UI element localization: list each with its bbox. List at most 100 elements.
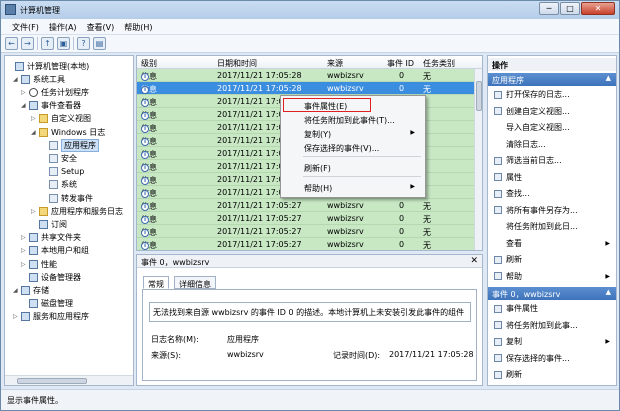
menu-help[interactable]: 帮助(H)	[119, 19, 157, 34]
collapse-icon[interactable]: ▲	[606, 74, 611, 82]
expander-icon[interactable]: ◢	[21, 102, 29, 109]
action-item[interactable]: 将所有事件另存为...	[488, 204, 616, 217]
column-level[interactable]: 级别	[141, 58, 157, 69]
action-item[interactable]: 帮助 ▶	[488, 270, 616, 283]
show-hide-tree-button[interactable]: ▣	[57, 37, 70, 50]
menu-file[interactable]: 文件(F)	[7, 19, 44, 34]
tree-item-label: 系统	[61, 180, 77, 190]
tree-item[interactable]: ◢ 系统工具	[13, 73, 65, 85]
event-list-header: 级别 日期和时间 来源 事件 ID 任务类别	[137, 56, 482, 69]
context-menu-item[interactable]: 帮助(H) ▶	[283, 180, 423, 194]
close-icon[interactable]: ✕	[470, 256, 478, 266]
menu-view[interactable]: 查看(V)	[82, 19, 120, 34]
tree-item[interactable]: ▷ 共享文件夹	[21, 232, 81, 244]
event-row[interactable]: i 信息 2017/11/21 17:05:27 wwbizsrv 0 无	[137, 225, 474, 238]
event-list-vertical-scrollbar[interactable]	[474, 69, 482, 250]
event-description[interactable]: 无法找到来自源 wwbizsrv 的事件 ID 0 的描述。本地计算机上未安装引…	[149, 302, 471, 322]
up-button[interactable]: ↑	[41, 37, 54, 50]
tree-item[interactable]: ▷ 自定义视图	[31, 113, 91, 125]
tree-item[interactable]: ▷ 应用程序和服务日志	[31, 205, 123, 217]
action-item-label: 复制	[506, 337, 522, 346]
action-item[interactable]: 打开保存的日志...	[488, 88, 616, 101]
navigation-tree[interactable]: 计算机管理(本地) ◢ 系统工具 ▷ 任务计划程序 ◢ 事件查看器 ▷ 自定义视图 ◢ Window…	[4, 55, 134, 386]
action-item[interactable]: 复制 ▶	[488, 335, 616, 348]
column-source[interactable]: 来源	[327, 58, 343, 69]
event-cell: 0	[399, 227, 404, 236]
event-row[interactable]: i 信息 2017/11/21 17:05:28 wwbizsrv 0 无	[137, 82, 474, 95]
collapse-icon[interactable]: ▲	[606, 288, 611, 296]
column-event-id[interactable]: 事件 ID	[387, 58, 414, 69]
event-row[interactable]: i 信息 2017/11/21 17:05:27 wwbizsrv 0 无	[137, 212, 474, 225]
event-cell: 2017/11/21 17:05:28	[217, 71, 302, 80]
close-button[interactable]: ✕	[581, 2, 615, 15]
column-date-time[interactable]: 日期和时间	[217, 58, 257, 69]
action-item[interactable]: 刷新	[488, 253, 616, 266]
action-item[interactable]: 事件属性	[488, 302, 616, 315]
tree-item[interactable]: ◢ Windows 日志	[31, 126, 105, 138]
menu-action[interactable]: 操作(A)	[44, 19, 82, 34]
tree-item[interactable]: ▷ 任务计划程序	[21, 86, 89, 98]
tree-item[interactable]: 订阅	[31, 218, 67, 230]
refresh-icon	[494, 255, 502, 264]
action-item[interactable]: 导入自定义视图...	[488, 121, 616, 134]
action-item[interactable]: 创建自定义视图...	[488, 105, 616, 118]
action-item[interactable]: 属性	[488, 171, 616, 184]
event-row[interactable]: i 信息 2017/11/21 17:05:28 wwbizsrv 0 无	[137, 69, 474, 82]
expander-icon[interactable]: ◢	[13, 76, 21, 83]
tree-item[interactable]: ▷ 本地用户和组	[21, 245, 89, 257]
help-button[interactable]: ?	[77, 37, 90, 50]
tree-horizontal-scrollbar[interactable]	[5, 375, 133, 385]
minimize-button[interactable]: ─	[539, 2, 559, 15]
action-item[interactable]: 筛选当前日志...	[488, 154, 616, 167]
tab-details[interactable]: 详细信息	[174, 276, 216, 289]
expander-icon[interactable]: ▷	[21, 234, 29, 241]
tree-item[interactable]: 应用程序	[41, 138, 99, 152]
tree-item[interactable]: 设备管理器	[21, 271, 81, 283]
expander-icon[interactable]: ▷	[13, 313, 21, 320]
expander-icon[interactable]: ◢	[31, 129, 39, 136]
tree-item[interactable]: ◢ 事件查看器	[21, 100, 81, 112]
event-cell: wwbizsrv	[327, 84, 364, 93]
expander-icon[interactable]: ▷	[21, 89, 29, 96]
actions-group-application[interactable]: 应用程序 ▲	[488, 73, 616, 86]
tree-item[interactable]: 转发事件	[41, 192, 93, 204]
tree-item[interactable]: 安全	[41, 152, 77, 164]
action-item[interactable]: 清除日志...	[488, 138, 616, 151]
tree-item[interactable]: 系统	[41, 179, 77, 191]
expander-icon[interactable]: ◢	[13, 287, 21, 294]
tree-item-label: 安全	[61, 153, 77, 163]
action-item[interactable]: 查看 ▶	[488, 237, 616, 250]
tree-item[interactable]: ◢ 存储	[13, 284, 49, 296]
expander-icon[interactable]: ▷	[31, 208, 39, 215]
submenu-arrow-icon: ▶	[605, 272, 610, 280]
title-bar[interactable]: 计算机管理 ─ □ ✕	[1, 1, 619, 19]
tree-item[interactable]: ▷ 性能	[21, 258, 57, 270]
action-item[interactable]: 查找...	[488, 187, 616, 200]
context-menu-item[interactable]: 复制(Y) ▶	[283, 126, 423, 140]
event-row[interactable]: i 信息 2017/11/21 17:05:27 wwbizsrv 0 无	[137, 199, 474, 212]
action-item[interactable]: 将任务附加到此事...	[488, 319, 616, 332]
tab-general[interactable]: 常规	[143, 276, 169, 289]
expander-icon[interactable]: ▷	[21, 247, 29, 254]
event-row[interactable]: i 信息 2017/11/21 17:05:27 wwbizsrv 0 无	[137, 238, 474, 250]
expander-icon[interactable]: ▷	[21, 261, 29, 268]
context-menu-item[interactable]: 将任务附加到此事件(T)...	[283, 112, 423, 126]
tree-item[interactable]: ▷ 服务和应用程序	[13, 311, 89, 323]
action-item[interactable]: 刷新	[488, 368, 616, 381]
tree-item[interactable]: 计算机管理(本地)	[7, 60, 89, 72]
action-item[interactable]: 将任务附加到此日...	[488, 220, 616, 233]
column-task-category[interactable]: 任务类别	[423, 58, 455, 69]
tree-item[interactable]: Setup	[41, 166, 84, 178]
event-cell: i 信息	[141, 149, 157, 160]
forward-button[interactable]: →	[21, 37, 34, 50]
maximize-button[interactable]: □	[560, 2, 580, 15]
expander-icon[interactable]: ▷	[31, 115, 39, 122]
actions-group-event[interactable]: 事件 0，wwbizsrv ▲	[488, 287, 616, 300]
context-menu-item[interactable]: 刷新(F)	[283, 160, 423, 174]
show-hide-action-pane-button[interactable]: ▤	[93, 37, 106, 50]
tree-item[interactable]: 磁盘管理	[21, 298, 73, 310]
action-item[interactable]: 保存选择的事件...	[488, 352, 616, 365]
back-button[interactable]: ←	[5, 37, 18, 50]
context-menu-item[interactable]: 保存选择的事件(V)...	[283, 140, 423, 154]
context-menu-item[interactable]: 事件属性(E)	[283, 98, 423, 112]
